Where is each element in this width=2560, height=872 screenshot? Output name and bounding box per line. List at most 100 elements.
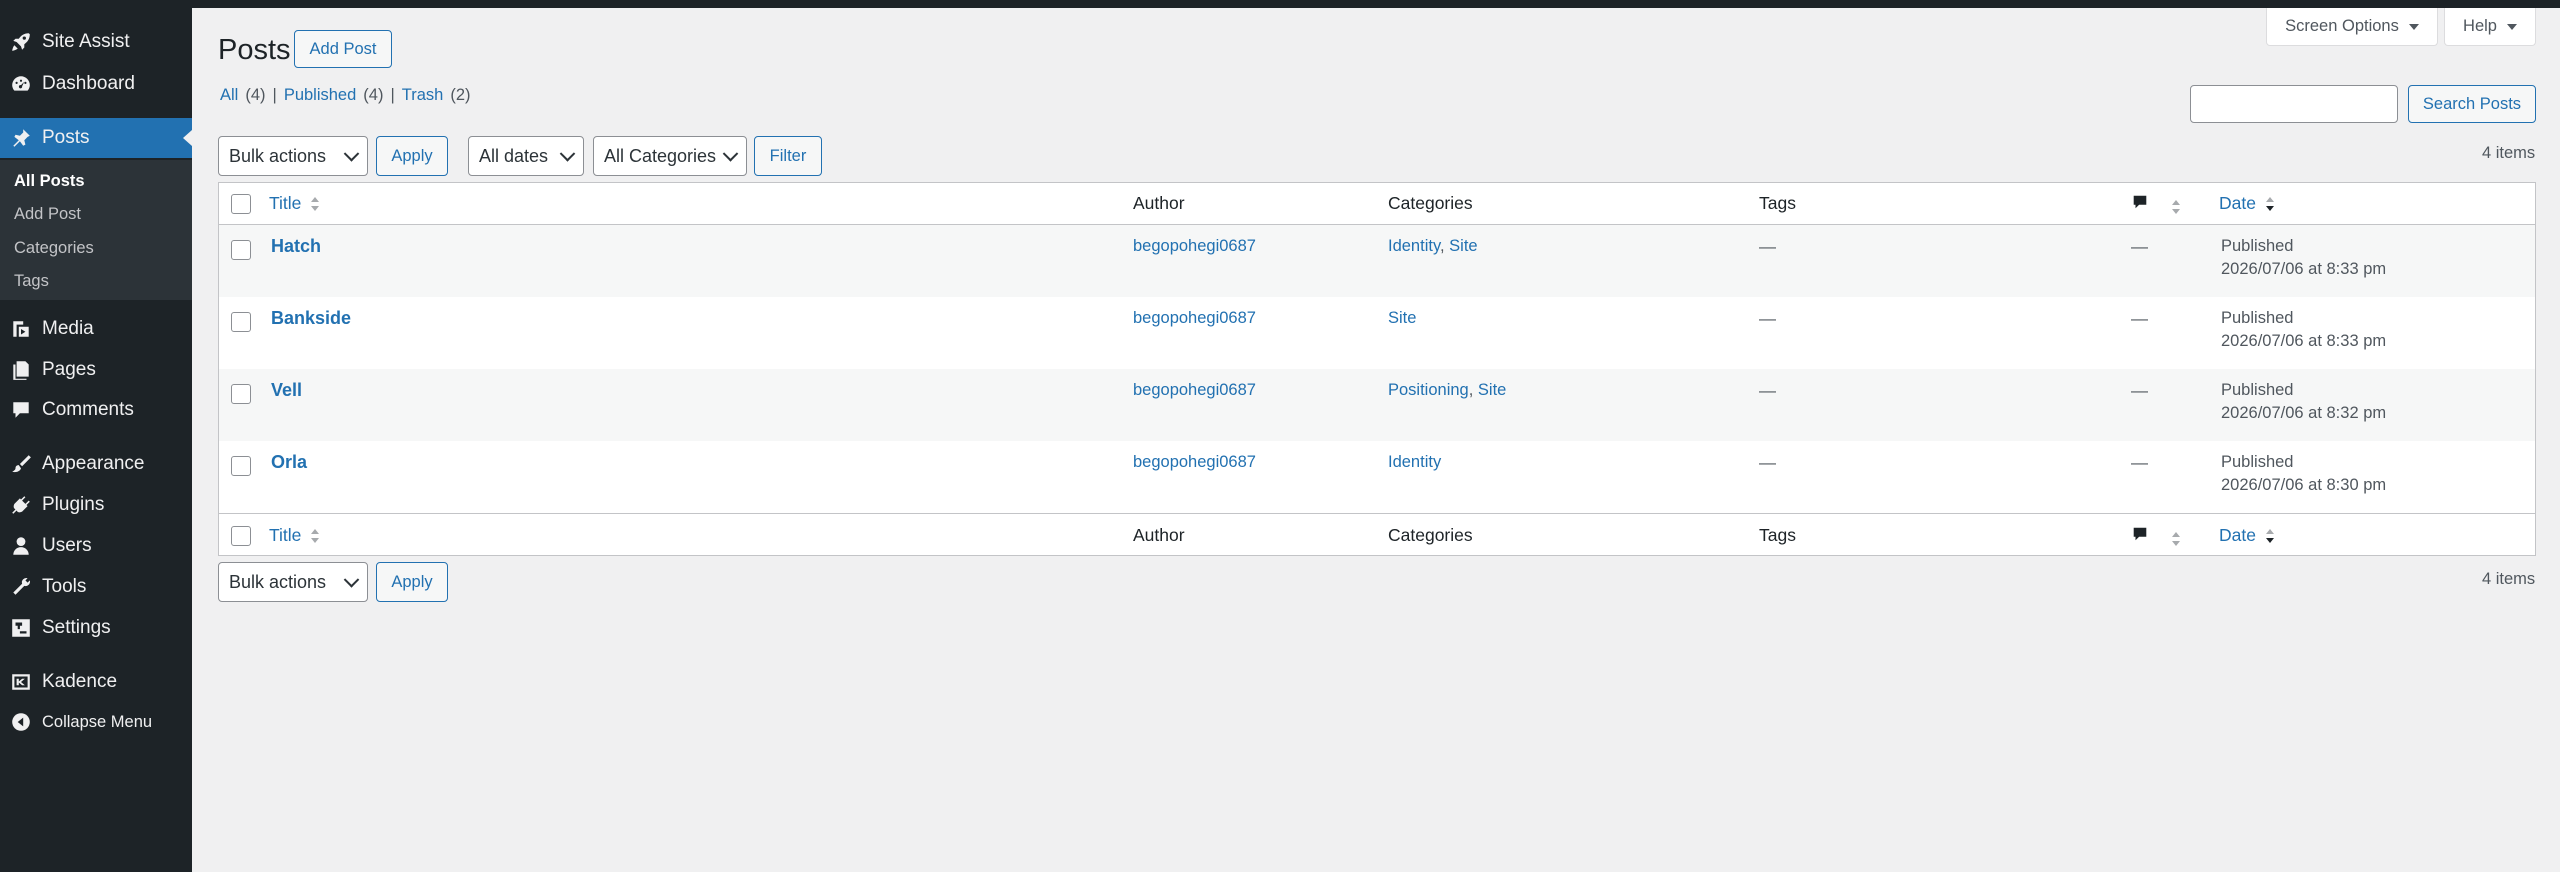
triangle-down-icon <box>2506 23 2517 30</box>
search-input[interactable] <box>2190 85 2398 123</box>
chevron-down-icon <box>722 146 739 162</box>
menu-item-tools[interactable]: Tools <box>0 569 192 605</box>
post-author-link[interactable]: begopohegi0687 <box>1133 309 1256 328</box>
date-filter-value: All dates <box>479 145 549 166</box>
separator: | <box>390 86 395 104</box>
category-link[interactable]: Positioning <box>1388 381 1469 399</box>
bulk-actions-select[interactable]: Bulk actions <box>218 136 368 176</box>
post-author-link[interactable]: begopohegi0687 <box>1133 381 1256 400</box>
menu-item-plugins[interactable]: Plugins <box>0 487 192 523</box>
help-button[interactable]: Help <box>2444 8 2536 46</box>
column-title-sort[interactable]: Title <box>269 193 320 214</box>
view-published-link[interactable]: Published <box>284 86 356 105</box>
table-row: Vell begopohegi0687 Positioning, Site — … <box>219 369 2535 441</box>
post-tags: — <box>1759 309 1776 328</box>
post-date: Published 2026/07/06 at 8:33 pm <box>2221 237 2387 278</box>
menu-label: Settings <box>42 617 111 638</box>
settings-icon <box>10 617 32 639</box>
view-trash-link[interactable]: Trash <box>402 86 444 105</box>
bulk-actions-value: Bulk actions <box>229 571 327 592</box>
row-checkbox[interactable] <box>231 312 251 332</box>
filter-button[interactable]: Filter <box>754 136 822 176</box>
screen-options-label: Screen Options <box>2285 17 2399 35</box>
submenu-tags[interactable]: Tags <box>14 272 49 291</box>
column-comments-sort-footer[interactable] <box>2131 525 2180 548</box>
view-all-link[interactable]: All <box>220 86 238 105</box>
collapse-menu-button[interactable]: Collapse Menu <box>0 704 192 740</box>
submenu-all-posts[interactable]: All Posts <box>14 172 85 191</box>
view-all-count: (4) <box>245 86 266 104</box>
post-date: Published 2026/07/06 at 8:32 pm <box>2221 381 2387 422</box>
post-comments: — <box>2131 309 2148 328</box>
table-row: Orla begopohegi0687 Identity — — Publish… <box>219 441 2535 513</box>
table-header: Title Author Categories Tags Date <box>219 183 2535 225</box>
category-link[interactable]: Site <box>1388 309 1416 327</box>
menu-item-pages[interactable]: Pages <box>0 352 192 388</box>
select-all-checkbox-footer[interactable] <box>231 526 251 546</box>
post-categories: Identity <box>1388 453 1441 472</box>
category-link[interactable]: Site <box>1478 381 1506 399</box>
apply-button[interactable]: Apply <box>376 136 448 176</box>
menu-item-settings[interactable]: Settings <box>0 610 192 646</box>
row-checkbox[interactable] <box>231 384 251 404</box>
menu-label: Kadence <box>42 671 118 692</box>
sort-icon <box>2171 199 2180 214</box>
search-posts-button[interactable]: Search Posts <box>2408 85 2536 123</box>
chevron-down-icon <box>343 572 360 588</box>
category-link[interactable]: Identity <box>1388 453 1441 471</box>
chevron-down-icon <box>343 146 360 162</box>
post-title-link[interactable]: Hatch <box>271 236 321 257</box>
add-post-button[interactable]: Add Post <box>294 30 392 68</box>
column-title-sort-footer[interactable]: Title <box>269 525 320 546</box>
media-icon <box>10 318 32 340</box>
post-title-link[interactable]: Vell <box>271 380 302 401</box>
post-title-link[interactable]: Bankside <box>271 308 351 329</box>
posts-table: Title Author Categories Tags Date Hatch … <box>218 182 2536 556</box>
row-checkbox[interactable] <box>231 456 251 476</box>
post-comments: — <box>2131 453 2148 472</box>
post-title-link[interactable]: Orla <box>271 452 307 473</box>
menu-item-media[interactable]: Media <box>0 311 192 347</box>
column-date-sort-footer[interactable]: Date <box>2219 525 2274 546</box>
post-tags: — <box>1759 453 1776 472</box>
comment-bubble-icon <box>2131 527 2149 547</box>
menu-label: Site Assist <box>42 31 130 52</box>
submenu-categories[interactable]: Categories <box>14 239 94 258</box>
date-filter-select[interactable]: All dates <box>468 136 584 176</box>
comment-bubble-icon <box>2131 195 2149 215</box>
wrench-icon <box>10 576 32 598</box>
column-author: Author <box>1133 193 1185 213</box>
category-filter-select[interactable]: All Categories <box>593 136 747 176</box>
kadence-icon <box>10 671 32 693</box>
menu-item-comments[interactable]: Comments <box>0 392 192 428</box>
post-author-link[interactable]: begopohegi0687 <box>1133 237 1256 256</box>
post-comments: — <box>2131 381 2148 400</box>
screen-options-button[interactable]: Screen Options <box>2266 8 2438 46</box>
menu-item-dashboard[interactable]: Dashboard <box>0 66 192 102</box>
posts-submenu: All Posts Add Post Categories Tags <box>0 160 192 300</box>
page-title: Posts <box>218 34 291 66</box>
post-tags: — <box>1759 237 1776 256</box>
menu-item-appearance[interactable]: Appearance <box>0 446 192 482</box>
post-author-link[interactable]: begopohegi0687 <box>1133 453 1256 472</box>
column-categories: Categories <box>1388 193 1473 213</box>
brush-icon <box>10 453 32 475</box>
items-count-bottom: 4 items <box>2482 570 2536 588</box>
apply-button-bottom[interactable]: Apply <box>376 562 448 602</box>
row-checkbox[interactable] <box>231 240 251 260</box>
view-trash-count: (2) <box>450 86 471 104</box>
menu-label: Appearance <box>42 453 145 474</box>
category-link[interactable]: Site <box>1449 237 1477 255</box>
column-comments-sort[interactable] <box>2131 193 2180 216</box>
category-link[interactable]: Identity <box>1388 237 1440 255</box>
column-date-sort[interactable]: Date <box>2219 193 2274 214</box>
menu-item-users[interactable]: Users <box>0 528 192 564</box>
submenu-add-post[interactable]: Add Post <box>14 205 81 224</box>
sort-icon <box>311 197 320 212</box>
select-all-checkbox[interactable] <box>231 194 251 214</box>
menu-item-site-assist[interactable]: Site Assist <box>0 24 192 60</box>
sort-icon <box>2171 531 2180 546</box>
menu-item-kadence[interactable]: Kadence <box>0 664 192 700</box>
menu-item-posts[interactable]: Posts <box>0 118 192 158</box>
bulk-actions-select-bottom[interactable]: Bulk actions <box>218 562 368 602</box>
